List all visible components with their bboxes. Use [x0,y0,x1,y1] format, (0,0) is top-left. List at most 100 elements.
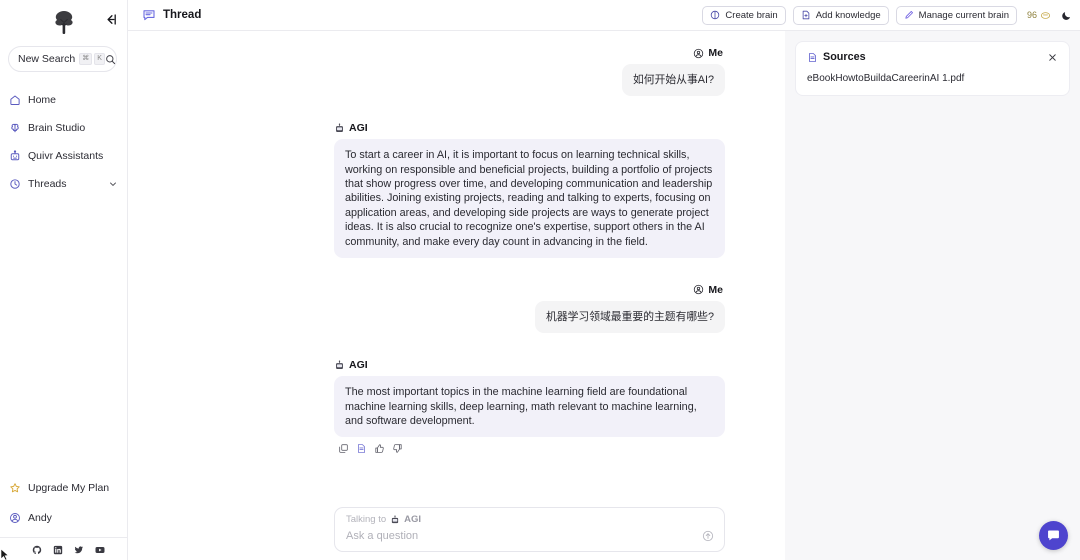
composer-input-row [335,528,724,551]
chat-message-user: Me 机器学习领域最重要的主题有哪些? [334,284,725,334]
message-actions [338,443,725,454]
chat-composer: Talking to AGI [334,507,725,552]
sidebar-footer: Upgrade My Plan Andy [0,473,127,560]
copy-icon[interactable] [338,443,349,454]
sidebar-user-account[interactable]: Andy [0,503,127,533]
home-icon [9,94,21,106]
tree-logo-icon[interactable] [49,8,79,36]
message-bubble: 机器学习领域最重要的主题有哪些? [535,300,725,334]
thumbs-down-icon[interactable] [392,443,403,454]
search-label: New Search [18,53,76,65]
chat-messages[interactable]: Me 如何开始从事AI? AGI To start a career in AI… [128,31,785,507]
create-brain-icon [710,10,720,20]
search-icon [105,54,116,65]
app-root: New Search ⌘ K Home Brain Studio Quivr A… [0,0,1080,560]
github-icon[interactable] [32,545,42,555]
add-knowledge-button[interactable]: Add knowledge [792,5,889,25]
talking-to-label: Talking to AGI [335,508,724,528]
message-author: Me [693,47,725,59]
message-gap [334,262,725,284]
sidebar: New Search ⌘ K Home Brain Studio Quivr A… [0,0,128,560]
sources-title: Sources [823,51,866,63]
sources-header: Sources [807,51,1058,63]
chat-message-user: Me 如何开始从事AI? [334,47,725,97]
manage-current-brain-label: Manage current brain [918,9,1009,21]
history-clock-icon [9,178,21,190]
ask-a-question-input[interactable] [346,530,696,542]
kbd-cmd: ⌘ [79,53,93,65]
page-title-text: Thread [163,9,202,21]
topbar: Thread Create brain Add knowledge Manage… [128,0,1080,31]
sidebar-item-quivr-assistants[interactable]: Quivr Assistants [0,142,127,170]
create-brain-button[interactable]: Create brain [702,5,786,25]
youtube-icon[interactable] [95,545,105,555]
mouse-cursor [0,548,10,560]
message-author-label: AGI [349,359,368,372]
search-input[interactable]: New Search ⌘ K [8,46,117,72]
sidebar-header [0,0,127,40]
sources-panel: Sources eBookHowtoBuildaCareerinAI 1.pdf [785,31,1080,560]
message-author: AGI [334,359,725,371]
create-brain-label: Create brain [725,9,778,21]
composer-wrap: Talking to AGI [128,507,785,560]
message-author: AGI [334,122,725,134]
chat-bubble-icon [1046,528,1061,543]
body-area: Me 如何开始从事AI? AGI To start a career in AI… [128,31,1080,560]
sidebar-item-brain-studio[interactable]: Brain Studio [0,114,127,142]
collapse-sidebar-icon[interactable] [101,10,119,28]
send-arrow-up-icon[interactable] [702,530,714,542]
upgrade-label: Upgrade My Plan [28,482,110,494]
user-avatar-icon [693,284,704,295]
kbd-k: K [94,53,105,65]
source-list-item[interactable]: eBookHowtoBuildaCareerinAI 1.pdf [807,73,1058,84]
star-icon [9,482,21,494]
user-avatar-icon [9,512,21,524]
add-knowledge-icon [801,10,811,20]
agi-brain-icon [334,360,345,371]
agi-brain-icon [334,123,345,134]
chat-widget-button[interactable] [1039,521,1068,550]
search-shortcut: ⌘ K [79,53,105,65]
credit-coin-icon [1040,10,1051,21]
topbar-actions: Create brain Add knowledge Manage curren… [702,5,1072,25]
manage-current-brain-button[interactable]: Manage current brain [895,5,1017,25]
sources-doc-icon[interactable] [356,443,367,454]
social-links [0,538,127,556]
moon-icon[interactable] [1061,10,1072,21]
chat-column: Me 如何开始从事AI? AGI To start a career in AI… [128,31,785,560]
document-icon [807,52,818,63]
agi-brain-icon [390,515,400,525]
twitter-icon[interactable] [74,545,84,555]
sidebar-item-label: Brain Studio [28,122,86,134]
chat-message-agi: AGI To start a career in AI, it is impor… [334,122,725,258]
thread-chat-icon [142,8,156,22]
thumbs-up-icon[interactable] [374,443,385,454]
talking-to-prefix: Talking to [346,514,387,525]
chevron-down-icon[interactable] [108,179,118,189]
sidebar-item-label: Quivr Assistants [28,150,104,162]
message-bubble: 如何开始从事AI? [622,64,725,97]
close-icon[interactable] [1047,52,1058,63]
message-bubble: To start a career in AI, it is important… [334,139,725,258]
message-author-label: Me [708,283,723,296]
linkedin-icon[interactable] [53,545,63,555]
message-author: Me [693,284,725,296]
chat-message-agi: AGI The most important topics in the mac… [334,359,725,454]
credits-value: 96 [1026,10,1037,20]
user-name-label: Andy [28,512,52,524]
sources-card: Sources eBookHowtoBuildaCareerinAI 1.pdf [795,41,1070,96]
message-author-label: AGI [349,122,368,135]
sidebar-item-home[interactable]: Home [0,86,127,114]
credits-badge[interactable]: 96 [1027,10,1051,21]
talking-to-name: AGI [404,514,422,525]
robot-icon [9,150,21,162]
message-gap [334,100,725,122]
add-knowledge-label: Add knowledge [815,9,881,21]
upgrade-my-plan-button[interactable]: Upgrade My Plan [0,473,127,503]
user-avatar-icon [693,48,704,59]
message-gap [334,337,725,359]
message-author-label: Me [708,47,723,59]
sidebar-item-threads[interactable]: Threads [0,170,127,198]
pencil-icon [904,10,914,20]
